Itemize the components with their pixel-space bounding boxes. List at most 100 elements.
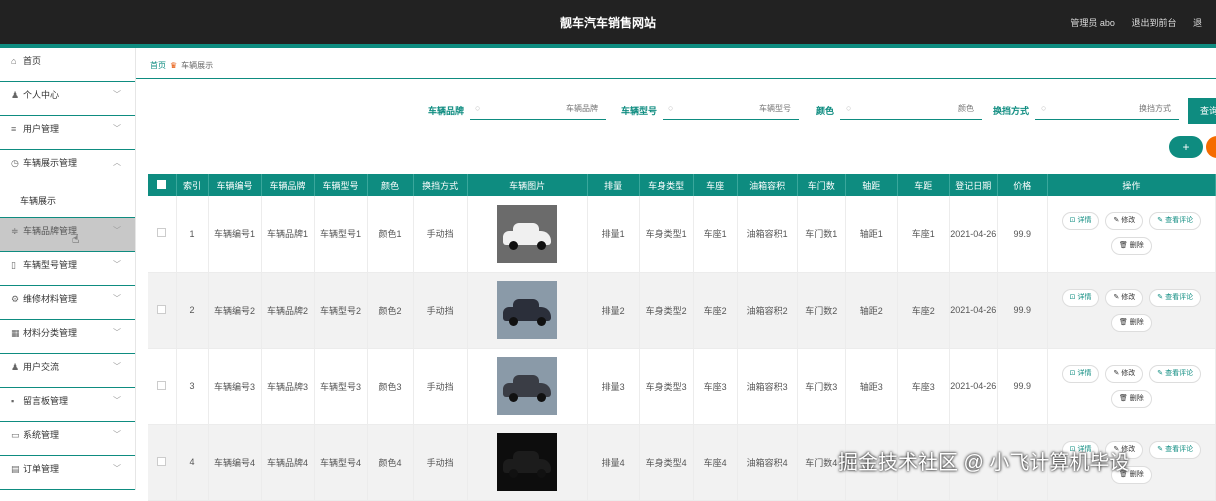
- col-header: 油箱容积: [737, 174, 798, 196]
- view-comments-button[interactable]: ✎ 查看评论: [1149, 212, 1202, 231]
- logout-link[interactable]: 退: [1193, 18, 1202, 28]
- person-icon: ♟: [11, 362, 20, 372]
- table-cell: 排量4: [587, 424, 640, 501]
- edit-button[interactable]: ✎ 修改: [1105, 212, 1144, 231]
- table-cell: 颜色3: [367, 348, 414, 425]
- order-icon: ▤: [11, 464, 20, 474]
- table-cell: 3: [176, 348, 209, 425]
- chevron-down-icon: ﹀: [113, 294, 121, 303]
- sidebar-item-home[interactable]: ⌂ 首页: [0, 48, 135, 82]
- detail-button[interactable]: ⊡ 详情: [1061, 288, 1100, 307]
- table-cell: 排量3: [587, 348, 640, 425]
- table-cell: 颜色1: [367, 196, 414, 273]
- table-cell: 车座1: [897, 196, 950, 273]
- table-cell: 排量1: [587, 196, 640, 273]
- col-header: 颜色: [367, 174, 414, 196]
- table-cell: 车辆品牌2: [261, 272, 315, 349]
- row-checkbox[interactable]: [148, 272, 177, 349]
- col-header: 车身类型: [639, 174, 694, 196]
- delete-button[interactable]: 🗑 删除: [1110, 313, 1152, 332]
- edit-button[interactable]: ✎ 修改: [1105, 364, 1144, 383]
- chevron-down-icon: ﹀: [113, 396, 121, 405]
- table-cell: 车座3: [897, 348, 950, 425]
- color-input[interactable]: [840, 98, 982, 120]
- col-header: 车座: [693, 174, 738, 196]
- row-checkbox[interactable]: [148, 348, 177, 425]
- sidebar-item-profile[interactable]: ♟ 个人中心 ﹀: [0, 82, 135, 116]
- breadcrumb-home[interactable]: 首页: [150, 61, 166, 70]
- system-icon: ▭: [11, 430, 20, 440]
- chevron-down-icon: ﹀: [113, 362, 121, 371]
- model-input[interactable]: [663, 98, 799, 120]
- sidebar-subitem-car-display[interactable]: 车辆展示: [0, 184, 135, 218]
- delete-button[interactable]: 🗑 删除: [1110, 237, 1152, 256]
- brand-input[interactable]: [470, 98, 606, 120]
- edit-button[interactable]: ✎ 修改: [1105, 288, 1144, 307]
- select-all-checkbox[interactable]: [148, 174, 177, 196]
- col-header: 操作: [1047, 174, 1216, 196]
- car-photo[interactable]: [497, 433, 558, 491]
- table-cell: 油箱容积4: [737, 424, 798, 501]
- table-cell: 车辆编号3: [208, 348, 262, 425]
- grid-icon: ▦: [11, 328, 20, 338]
- table-cell: 2: [176, 272, 209, 349]
- table-cell: 车门数3: [797, 348, 846, 425]
- chevron-down-icon: ﹀: [113, 328, 121, 337]
- sidebar-item-orders[interactable]: ▤ 订单管理 ﹀: [0, 456, 135, 490]
- table-cell: 车辆型号1: [314, 196, 368, 273]
- table-cell: 车辆品牌3: [261, 348, 315, 425]
- add-button[interactable]: +: [1169, 136, 1203, 158]
- table-cell: 手动挡: [413, 424, 468, 501]
- hand-cursor-icon: ☝: [72, 232, 80, 246]
- search-brand: 车辆品牌 ○: [428, 98, 608, 120]
- sidebar-item-users[interactable]: ≡ 用户管理 ﹀: [0, 116, 135, 150]
- gearshift-input[interactable]: [1035, 98, 1179, 120]
- back-to-frontend-link[interactable]: 退出到前台: [1131, 18, 1176, 28]
- sidebar: ⌂ 首页 ♟ 个人中心 ﹀ ≡ 用户管理 ﹀ ◷ 车辆展示管理 ︿ 车辆展示 ≑ 车辆品牌管理 ﹀…: [0, 48, 136, 490]
- row-checkbox[interactable]: [148, 424, 177, 501]
- table-cell: 车辆品牌4: [261, 424, 315, 501]
- batch-delete-button[interactable]: [1206, 136, 1216, 158]
- sidebar-item-exchange[interactable]: ♟ 用户交流 ﹀: [0, 354, 135, 388]
- view-comments-button[interactable]: ✎ 查看评论: [1149, 440, 1202, 459]
- sidebar-item-brand[interactable]: ≑ 车辆品牌管理 ﹀ ☝: [0, 218, 135, 252]
- sidebar-item-model[interactable]: ▯ 车辆型号管理 ﹀: [0, 252, 135, 286]
- row-actions: ⊡ 详情 ✎ 修改 ✎ 查看评论 🗑 删除: [1047, 196, 1216, 273]
- table-cell: 车辆编号2: [208, 272, 262, 349]
- table-cell: 2021-04-26: [949, 196, 998, 273]
- sidebar-item-system[interactable]: ▭ 系统管理 ﹀: [0, 422, 135, 456]
- sidebar-item-messages[interactable]: ▪ 留言板管理 ﹀: [0, 388, 135, 422]
- search-gearshift: 换挡方式 ○: [993, 98, 1181, 120]
- car-photo[interactable]: [497, 204, 558, 263]
- car-photo[interactable]: [497, 357, 558, 415]
- table-cell: 车辆型号4: [314, 424, 368, 501]
- sidebar-item-car-display[interactable]: ◷ 车辆展示管理 ︿: [0, 150, 135, 184]
- clock-icon: ◷: [11, 158, 19, 168]
- table-cell: 手动挡: [413, 196, 468, 273]
- table-cell: 手动挡: [413, 272, 468, 349]
- table-cell: 99.9: [997, 196, 1048, 273]
- view-comments-button[interactable]: ✎ 查看评论: [1149, 288, 1202, 307]
- main-content: 首页 ♛车辆展示 车辆品牌 ○ 车辆型号 ○ 颜色 ○ 换挡方式 ○ 查询 + 索…: [136, 48, 1216, 501]
- row-checkbox[interactable]: [148, 196, 177, 273]
- table-cell: 车身类型4: [639, 424, 694, 501]
- table-cell: 车座3: [693, 348, 738, 425]
- col-header: 车门数: [797, 174, 846, 196]
- user-icon: ♟: [11, 90, 20, 100]
- detail-button[interactable]: ⊡ 详情: [1061, 364, 1100, 383]
- query-button[interactable]: 查询: [1188, 98, 1216, 124]
- car-photo[interactable]: [497, 281, 558, 339]
- breadcrumb-current: 车辆展示: [181, 61, 214, 70]
- col-header: 排量: [587, 174, 640, 196]
- col-header: 登记日期: [949, 174, 998, 196]
- view-comments-button[interactable]: ✎ 查看评论: [1149, 364, 1202, 383]
- table-cell: 轴距3: [845, 348, 898, 425]
- delete-button[interactable]: 🗑 删除: [1110, 389, 1152, 408]
- sidebar-item-materials[interactable]: ⚙ 维修材料管理 ﹀: [0, 286, 135, 320]
- table-cell: 手动挡: [413, 348, 468, 425]
- table-row: 1 车辆编号1 车辆品牌1 车辆型号1 颜色1 手动挡 排量1 车身类型1 车座1 油箱容积1 车门…: [148, 196, 1216, 273]
- sidebar-item-categories[interactable]: ▦ 材料分类管理 ﹀: [0, 320, 135, 354]
- detail-button[interactable]: ⊡ 详情: [1061, 212, 1100, 231]
- chevron-down-icon: ﹀: [113, 226, 121, 235]
- search-color: 颜色 ○: [816, 98, 984, 120]
